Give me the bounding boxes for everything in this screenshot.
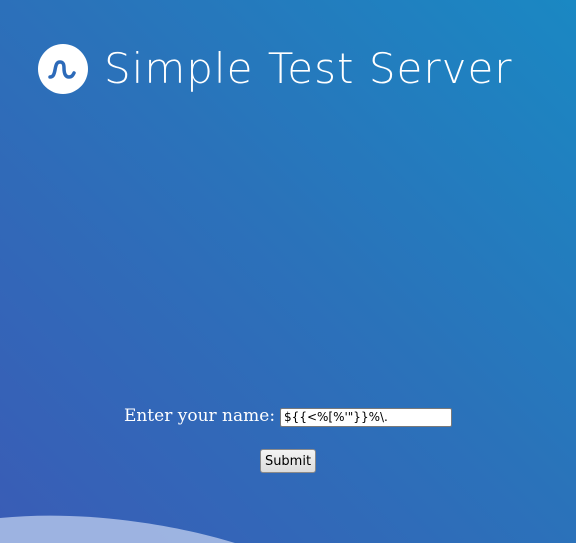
site-header: Simple Test Server [38, 40, 513, 98]
submit-row: Submit [0, 449, 576, 473]
name-form: Enter your name: Submit [0, 403, 576, 473]
name-row: Enter your name: [0, 403, 576, 429]
name-label: Enter your name: [123, 406, 276, 426]
footer-wave [0, 515, 235, 543]
site-title: Simple Test Server [104, 44, 513, 93]
submit-button[interactable]: Submit [260, 449, 316, 473]
wave-logo-icon [38, 44, 88, 94]
name-input[interactable] [280, 407, 453, 427]
